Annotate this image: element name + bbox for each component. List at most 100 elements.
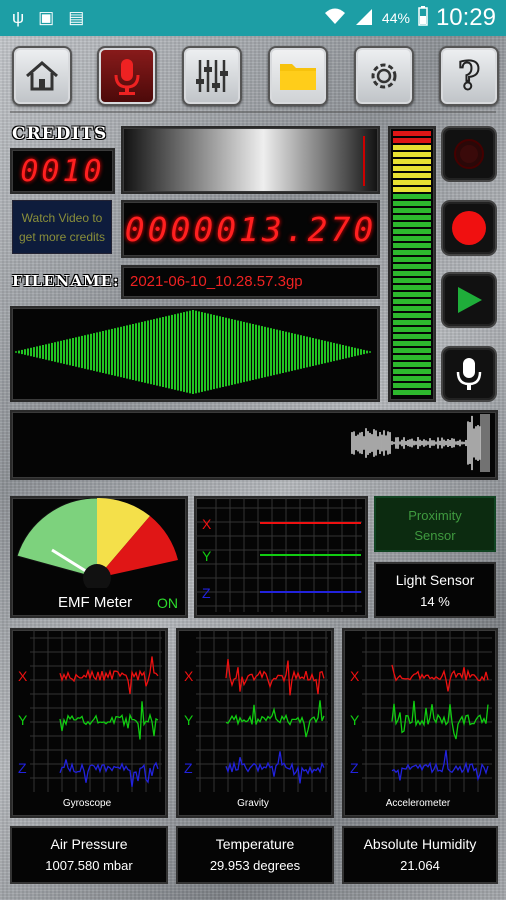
vu-segment [393,355,431,360]
record-mode-button[interactable] [97,46,157,106]
usb-icon: ψ [12,8,25,27]
axis-z-label: Z [18,760,27,776]
files-button[interactable] [268,46,328,106]
credits-display: 0010 [10,148,115,194]
vu-segment [393,236,431,241]
level-marker [363,136,365,186]
vu-segment [393,243,431,248]
vu-segment [393,187,431,192]
vu-meter [388,126,436,402]
mixer-button[interactable] [182,46,242,106]
axis-x-label: X [202,516,212,532]
microphone-button[interactable] [441,346,497,402]
air-pressure-box: Air Pressure 1007.580 mbar [10,826,168,884]
vu-segment [393,306,431,311]
microphone-icon [114,59,140,95]
vu-segment [393,180,431,185]
stop-icon [454,139,484,169]
gyroscope-graph: X Y Z Gyroscope [10,628,168,818]
gravity-label: Gravity [237,798,269,809]
emf-label: EMF Meter [58,594,133,611]
record-button[interactable] [441,200,497,256]
light-sensor: Light Sensor 14 % [374,562,496,618]
battery-percent: 44% [381,10,410,26]
vu-segment [393,369,431,374]
help-button[interactable]: ? [439,46,499,106]
emf-gauge [16,498,178,588]
light-label: Light Sensor [395,572,475,588]
axis-x-label: X [350,668,360,684]
axis-z-label: Z [350,760,359,776]
history-visual [351,414,490,472]
vu-segment [393,299,431,304]
settings-button[interactable] [354,46,414,106]
vu-segment [393,138,431,143]
vu-segment [393,159,431,164]
sliders-icon [196,60,228,92]
axis-x-label: X [18,668,28,684]
microphone-icon [456,358,482,390]
axis-z-label: Z [184,760,193,776]
vu-segment [393,208,431,213]
signal-icon [354,7,374,30]
stop-button[interactable] [441,126,497,182]
emf-status: ON [157,595,178,611]
accelerometer-plot [362,630,492,792]
filename-field: 2021-06-10_10.28.57.3gp [121,265,380,299]
vu-segment [393,250,431,255]
vu-segment [393,131,431,136]
vu-segment [393,348,431,353]
credits-label: CREDITS [12,124,108,144]
air-pressure-value: 1007.580 mbar [45,858,133,873]
watch-video-button[interactable]: Watch Video to get more credits [12,200,112,254]
accelerometer-label: Accelerometer [385,798,451,809]
vu-segment [393,285,431,290]
accelerometer-graph: X Y Z Accelerometer [342,628,498,818]
proximity-label: Proximity Sensor [408,508,462,543]
counter-value: 0000013.270 [124,209,377,249]
vu-segment [393,313,431,318]
axis-y-label: Y [350,712,360,728]
humidity-box: Absolute Humidity 21.064 [342,826,498,884]
vu-segment [393,173,431,178]
waveform-display [10,306,380,402]
vu-segment [393,341,431,346]
vu-segment [393,278,431,283]
filename-label: FILENAME: [12,272,120,290]
vu-segment [393,362,431,367]
vu-segment [393,271,431,276]
help-icon: ? [457,56,481,96]
history-waveform [10,410,498,480]
vu-segment [393,390,431,395]
proximity-sensor: Proximity Sensor [374,496,496,552]
battery-icon [418,5,428,31]
gyroscope-plot [30,630,162,792]
clock: 10:29 [435,4,496,31]
play-button[interactable] [441,272,497,328]
gravity-graph: X Y Z Gravity [176,628,334,818]
filename-value: 2021-06-10_10.28.57.3gp [130,273,303,290]
credits-value: 0010 [20,153,105,189]
temperature-box: Temperature 29.953 degrees [176,826,334,884]
waveform-visual [15,310,371,394]
magnetometer-graph: X Y Z [194,496,368,618]
temperature-label: Temperature [215,836,295,852]
vu-segment [393,334,431,339]
axis-x-label: X [184,668,194,684]
vu-segment [393,383,431,388]
folder-icon [280,64,316,90]
vu-segment [393,229,431,234]
vu-segment [393,264,431,269]
vu-segment [393,145,431,150]
status-bar: ψ ▣ ▤ 44% 10:29 [0,0,506,36]
level-meter [121,126,380,194]
axis-y-label: Y [184,712,194,728]
home-button[interactable] [12,46,72,106]
toolbar-divider [10,111,496,113]
humidity-value: 21.064 [400,858,440,873]
gyroscope-label: Gyroscope [62,798,112,809]
vu-segment [393,201,431,206]
gear-icon [371,63,397,89]
play-icon [458,287,482,313]
humidity-label: Absolute Humidity [363,836,477,852]
